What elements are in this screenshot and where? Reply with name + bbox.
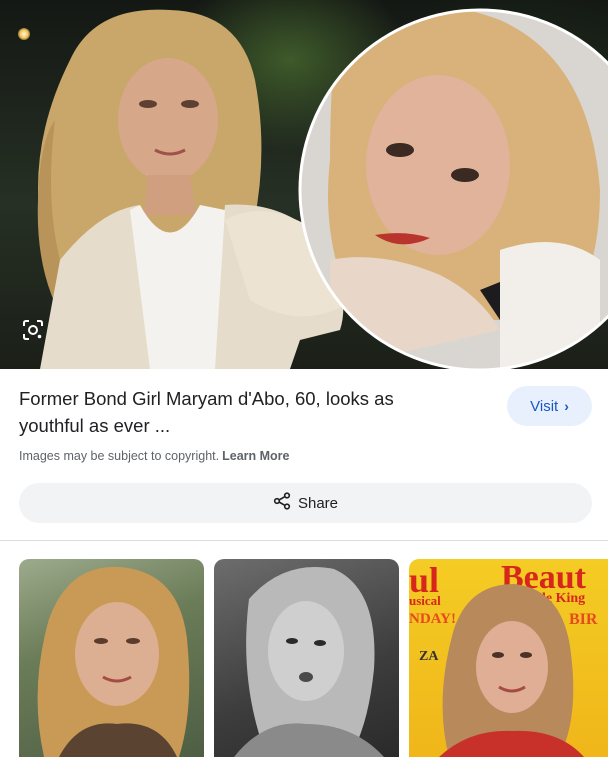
visit-label: Visit xyxy=(530,397,559,415)
related-image-2-photo xyxy=(234,567,384,757)
chevron-right-icon: › xyxy=(564,398,569,414)
copyright-text: Images may be subject to copyright. xyxy=(19,449,220,463)
visit-button[interactable]: Visit › xyxy=(507,386,592,426)
google-lens-icon[interactable] xyxy=(22,319,50,347)
related-image-2[interactable] xyxy=(214,559,399,757)
photo-illustration xyxy=(37,8,608,369)
main-image[interactable] xyxy=(0,0,608,369)
related-image-1-photo xyxy=(37,566,190,757)
result-info-panel: Former Bond Girl Maryam d'Abo, 60, looks… xyxy=(0,369,608,541)
learn-more-link[interactable]: Learn More xyxy=(222,449,289,463)
share-label: Share xyxy=(297,494,339,512)
share-icon xyxy=(273,492,291,514)
share-button[interactable]: Share xyxy=(19,483,592,523)
related-image-3[interactable]: ul Beaut usical ole King NDAY! BIR ZA xyxy=(409,559,608,757)
result-title[interactable]: Former Bond Girl Maryam d'Abo, 60, looks… xyxy=(19,385,449,439)
copyright-notice: Images may be subject to copyright. Learn… xyxy=(19,449,290,463)
related-image-1[interactable] xyxy=(19,559,204,757)
related-image-3-photo xyxy=(439,584,584,757)
related-images: ul Beaut usical ole King NDAY! BIR ZA xyxy=(0,541,608,757)
